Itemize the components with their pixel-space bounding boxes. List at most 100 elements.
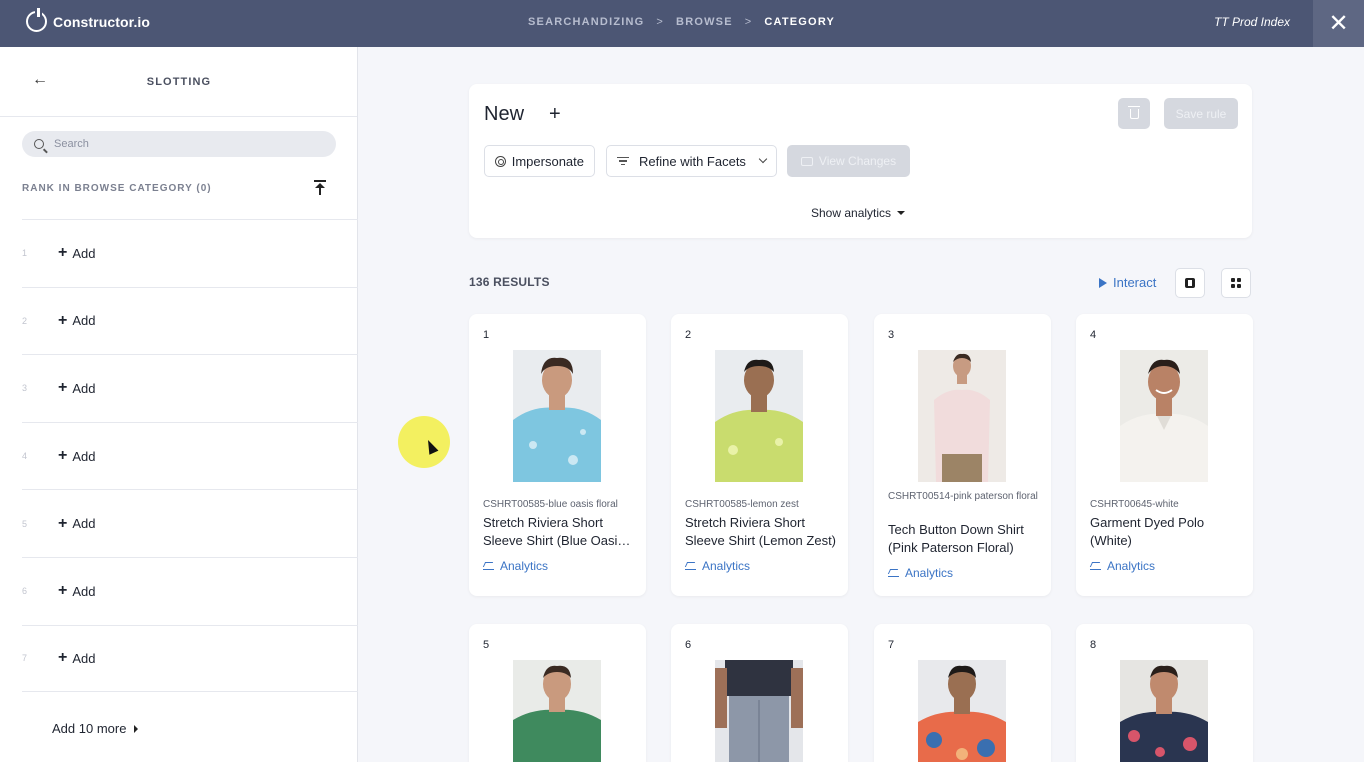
breadcrumb-browse[interactable]: BROWSE (676, 16, 733, 28)
breadcrumb-category: CATEGORY (764, 16, 836, 28)
analytics-link[interactable]: Analytics (483, 559, 548, 573)
filter-icon (617, 156, 629, 166)
add-rule-icon[interactable]: + (549, 103, 561, 126)
analytics-icon (483, 562, 494, 570)
product-image (513, 660, 601, 762)
search-input[interactable] (54, 138, 314, 150)
product-image (918, 660, 1006, 762)
add-slot-button[interactable]: + Add (58, 380, 95, 396)
search-field[interactable] (22, 131, 336, 157)
chevron-right-icon: > (744, 16, 753, 28)
analytics-link[interactable]: Analytics (1090, 559, 1155, 573)
impersonate-label: Impersonate (511, 153, 584, 169)
product-name[interactable]: Stretch Riviera Short Sleeve Shirt (Blue… (483, 514, 635, 550)
analytics-link[interactable]: Analytics (888, 566, 953, 580)
caret-right-icon (134, 724, 139, 733)
rule-title[interactable]: New (484, 103, 524, 126)
interact-label: Interact (1113, 275, 1157, 290)
product-image (918, 350, 1006, 482)
plus-icon: + (58, 514, 68, 532)
delete-button[interactable] (1118, 98, 1150, 129)
product-rank: 5 (483, 639, 490, 651)
product-card[interactable]: 7 (874, 624, 1051, 762)
slot-number: 3 (22, 383, 28, 394)
breadcrumb: SEARCHANDIZING > BROWSE > CATEGORY (528, 16, 835, 28)
product-rank: 4 (1090, 329, 1097, 341)
product-rank: 8 (1090, 639, 1097, 651)
search-icon (34, 139, 44, 149)
add-more-button[interactable]: Add 10 more (52, 721, 139, 736)
interact-button[interactable]: Interact (1099, 275, 1156, 290)
slot-number: 7 (22, 653, 28, 664)
product-name[interactable]: Tech Button Down Shirt (Pink Paterson Fl… (888, 521, 1040, 557)
add-slot-button[interactable]: + Add (58, 514, 96, 532)
add-slot-button[interactable]: + Add (58, 311, 96, 329)
play-icon (1099, 277, 1107, 288)
add-label: Add (72, 380, 96, 396)
product-image (715, 350, 803, 482)
top-bar: Constructor.io SEARCHANDIZING > BROWSE >… (0, 0, 1364, 47)
product-card[interactable]: 8 (1076, 624, 1253, 762)
slot-number: 4 (22, 451, 28, 462)
sidebar-title: SLOTTING (146, 76, 212, 88)
add-slot-button[interactable]: + Add (58, 650, 95, 666)
chevron-right-icon: > (656, 16, 665, 28)
product-card[interactable]: 5 (469, 624, 646, 762)
plus-icon: + (58, 379, 68, 397)
analytics-label: Analytics (702, 559, 751, 573)
add-label: Add (72, 245, 96, 261)
product-sku: CSHRT00585-lemon zest (685, 499, 799, 510)
chevron-down-icon (758, 154, 768, 164)
product-image (1120, 350, 1208, 482)
add-label: Add (72, 516, 96, 532)
plus-icon: + (58, 311, 68, 329)
product-image (715, 660, 803, 762)
grid-view-toggle[interactable] (1221, 268, 1251, 298)
slot-list: 1 + Add 2 + Add 3 + Add 4 + Add 5 + Add 6 + Ad… (22, 219, 358, 693)
product-name[interactable]: Garment Dyed Polo (White) (1090, 514, 1242, 550)
trash-icon (1127, 105, 1140, 119)
add-label: Add (72, 448, 96, 464)
plus-icon: + (58, 447, 68, 465)
product-card[interactable]: 3 CSHRT00514-pink paterson floral Tech B… (874, 314, 1051, 596)
slot-number: 6 (22, 586, 28, 597)
logo[interactable]: Constructor.io (26, 8, 150, 32)
view-changes-button[interactable]: View Changes (787, 145, 910, 177)
product-image (513, 350, 601, 482)
save-rule-button[interactable]: Save rule (1164, 98, 1238, 129)
product-rank: 2 (685, 329, 692, 341)
product-image (1120, 660, 1208, 762)
refine-label: Refine with Facets (639, 153, 746, 169)
analytics-icon (888, 569, 899, 577)
slot-row: 4 + Add (22, 421, 358, 490)
product-card[interactable]: 1 CSHRT00585-blue oasis floral Stretch R… (469, 314, 646, 596)
add-slot-button[interactable]: + Add (58, 583, 95, 599)
move-to-top-icon[interactable] (313, 180, 327, 196)
product-card[interactable]: 6 (671, 624, 848, 762)
breadcrumb-searchandizing[interactable]: SEARCHANDIZING (528, 16, 644, 28)
product-sku: CSHRT00645-white (1090, 499, 1179, 510)
product-sku: CSHRT00585-blue oasis floral (483, 499, 618, 510)
show-analytics-toggle[interactable]: Show analytics (811, 206, 906, 220)
power-icon (26, 8, 47, 32)
impersonate-icon (495, 155, 506, 167)
product-rank: 3 (888, 329, 895, 341)
slot-row: 2 + Add (22, 286, 358, 355)
slot-row: 3 + Add (22, 354, 358, 422)
list-view-toggle[interactable] (1175, 268, 1205, 298)
product-name[interactable]: Stretch Riviera Short Sleeve Shirt (Lemo… (685, 514, 837, 550)
product-card[interactable]: 2 CSHRT00585-lemon zest Stretch Riviera … (671, 314, 848, 596)
add-slot-button[interactable]: + Add (58, 448, 95, 464)
analytics-label: Analytics (905, 566, 954, 580)
list-view-icon (1185, 278, 1195, 288)
add-label: Add (72, 313, 96, 329)
refine-facets-dropdown[interactable]: Refine with Facets (606, 145, 777, 177)
impersonate-button[interactable]: Impersonate (484, 145, 595, 177)
product-card[interactable]: 4 CSHRT00645-white Garment Dyed Polo (Wh… (1076, 314, 1253, 596)
analytics-label: Analytics (1107, 559, 1156, 573)
close-button[interactable]: ✕ (1313, 0, 1364, 47)
add-slot-button[interactable]: + Add (58, 245, 95, 261)
slot-number: 1 (22, 248, 28, 259)
add-label: Add (72, 650, 96, 666)
analytics-link[interactable]: Analytics (685, 559, 750, 573)
